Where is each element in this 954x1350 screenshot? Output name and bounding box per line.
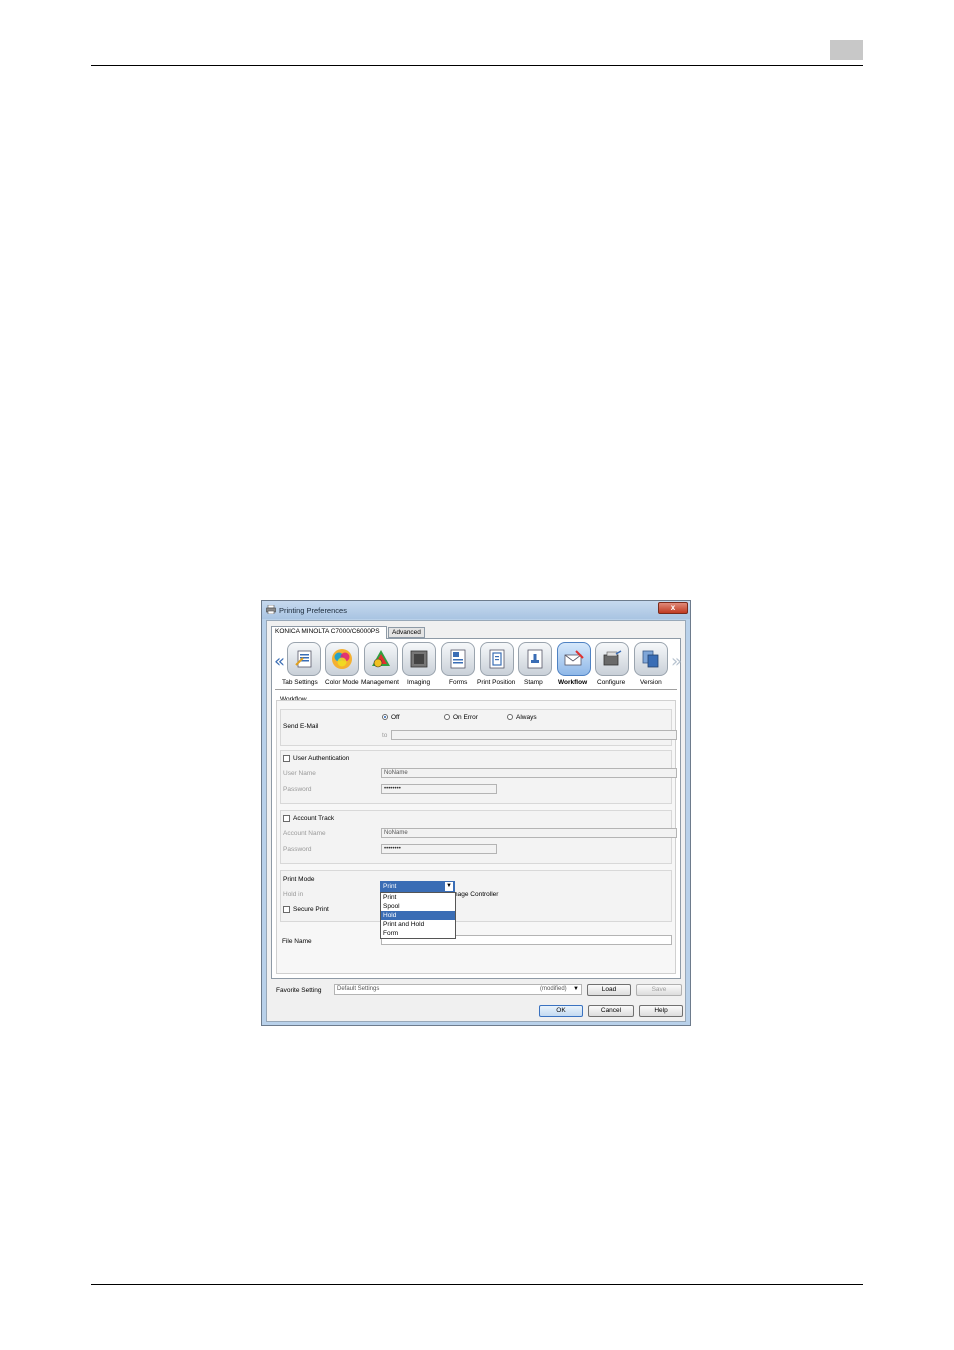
tab-advanced[interactable]: Advanced <box>388 627 425 638</box>
user-auth-checkbox[interactable] <box>283 755 290 762</box>
version-icon <box>642 650 659 668</box>
account-track-section: Account Track Account Name NoName Passwo… <box>280 810 677 864</box>
account-name-label: Account Name <box>283 830 326 837</box>
favorite-setting-label: Favorite Setting <box>276 987 322 994</box>
send-email-label: Send E-Mail <box>283 723 319 730</box>
workflow-label: Workflow <box>558 679 588 686</box>
account-name-field[interactable]: NoName <box>381 828 677 838</box>
email-to-field[interactable] <box>391 730 677 740</box>
scroll-right-arrow[interactable]: » <box>671 653 682 671</box>
tab-settings-label: Tab Settings <box>282 679 318 686</box>
chevron-down-icon: ▼ <box>445 882 453 891</box>
favorite-modified: (modified) <box>540 986 567 992</box>
forms-label: Forms <box>449 679 468 686</box>
print-mode-option-form[interactable]: Form <box>381 929 455 938</box>
configure-label: Configure <box>597 679 626 686</box>
user-name-field[interactable]: NoName <box>381 768 677 778</box>
radio-always-label: Always <box>516 714 537 721</box>
footer-rule <box>91 1284 863 1285</box>
radio-always[interactable] <box>507 714 513 720</box>
forms-icon <box>450 649 466 669</box>
secure-print-checkbox[interactable] <box>283 906 290 913</box>
user-password-field[interactable]: •••••••• <box>381 784 497 794</box>
header-rule <box>91 65 863 66</box>
title-bar: Printing Preferences x <box>262 601 690 619</box>
management-button[interactable] <box>364 642 398 676</box>
save-button[interactable]: Save <box>636 984 682 996</box>
user-auth-section: User Authentication User Name NoName Pas… <box>280 750 677 804</box>
configure-button[interactable] <box>595 642 629 676</box>
print-mode-select[interactable]: Print ▼ <box>380 881 455 892</box>
tab-panel: « » Tab Settings Color Mode Management I… <box>271 638 682 979</box>
print-mode-option-print-and-hold[interactable]: Print and Hold <box>381 920 455 929</box>
print-mode-option-spool[interactable]: Spool <box>381 902 455 911</box>
hold-in-label: Hold in <box>283 891 304 898</box>
radio-on-error[interactable] <box>444 714 450 720</box>
color-management-icon <box>372 650 390 668</box>
printer-icon <box>266 605 276 614</box>
favorite-setting-select[interactable]: Default Settings (modified) ▼ <box>334 984 582 995</box>
version-button[interactable] <box>634 642 668 676</box>
print-mode-option-hold[interactable]: Hold <box>381 911 455 920</box>
stamp-icon <box>527 649 543 669</box>
configure-icon <box>603 650 622 666</box>
tab-settings-button[interactable] <box>287 642 321 676</box>
email-to-label: to <box>382 732 388 739</box>
radio-on-error-label: On Error <box>453 714 478 721</box>
color-mode-label: Color Mode <box>325 679 359 686</box>
cancel-button[interactable]: Cancel <box>588 1005 634 1017</box>
print-mode-dropdown: Print Spool Hold Print and Hold Form <box>380 892 456 939</box>
close-button[interactable]: x <box>658 602 688 614</box>
print-position-icon <box>489 649 505 669</box>
favorite-setting-value: Default Settings <box>337 986 380 992</box>
help-button[interactable]: Help <box>639 1005 683 1017</box>
hold-in-value: nage Controller <box>454 891 499 898</box>
workflow-button[interactable] <box>557 642 591 676</box>
account-track-label: Account Track <box>293 815 335 822</box>
chevron-down-icon: ▼ <box>573 986 579 992</box>
imaging-label: Imaging <box>407 679 431 686</box>
workflow-icon <box>564 650 584 666</box>
print-mode-option-print[interactable]: Print <box>381 893 455 902</box>
print-position-button[interactable] <box>480 642 514 676</box>
print-mode-value: Print <box>383 883 397 890</box>
scroll-left-arrow[interactable]: « <box>274 653 285 671</box>
workflow-group: Send E-Mail Off On Error Always to User … <box>276 700 677 974</box>
management-label: Management <box>361 679 399 686</box>
secure-print-label: Secure Print <box>293 906 329 913</box>
user-password-label: Password <box>283 786 312 793</box>
tab-konica-minolta[interactable]: KONICA MINOLTA C7000/C6000PS <box>271 626 387 639</box>
file-name-label: File Name <box>282 938 312 945</box>
imaging-icon <box>410 650 428 668</box>
load-button[interactable]: Load <box>587 984 631 996</box>
user-name-label: User Name <box>283 770 316 777</box>
dialog-client-area: KONICA MINOLTA C7000/C6000PS Advanced « … <box>266 620 686 1022</box>
send-email-section: Send E-Mail Off On Error Always to <box>280 709 677 746</box>
print-mode-label: Print Mode <box>283 876 315 883</box>
toolbar-divider <box>275 689 677 690</box>
account-password-field[interactable]: •••••••• <box>381 844 497 854</box>
forms-button[interactable] <box>441 642 475 676</box>
stamp-button[interactable] <box>518 642 552 676</box>
version-label: Version <box>640 679 662 686</box>
user-auth-label: User Authentication <box>293 755 350 762</box>
color-mode-icon <box>332 649 352 669</box>
printing-preferences-dialog: Printing Preferences x KONICA MINOLTA C7… <box>261 600 691 1026</box>
page-number-badge <box>830 40 863 60</box>
print-position-label: Print Position <box>477 679 516 686</box>
color-mode-button[interactable] <box>325 642 359 676</box>
account-track-checkbox[interactable] <box>283 815 290 822</box>
imaging-button[interactable] <box>402 642 436 676</box>
tab-settings-icon <box>295 650 312 668</box>
account-password-label: Password <box>283 846 312 853</box>
print-mode-section: Print Mode Hold in nage Controller Secur… <box>280 870 672 922</box>
ok-button[interactable]: OK <box>539 1005 583 1017</box>
stamp-label: Stamp <box>524 679 543 686</box>
radio-off-label: Off <box>391 714 400 721</box>
radio-off[interactable] <box>382 714 388 720</box>
window-title: Printing Preferences <box>279 606 347 615</box>
